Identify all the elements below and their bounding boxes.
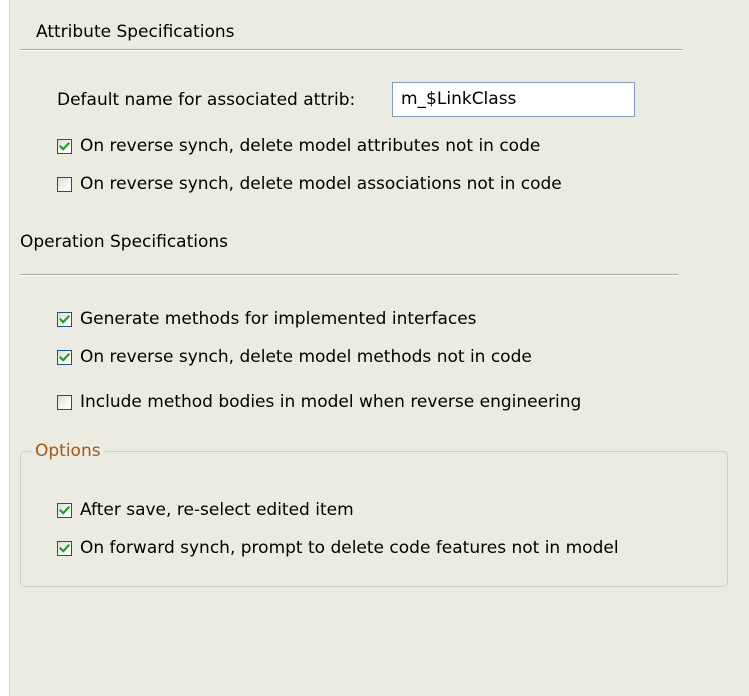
options-heading: Options — [31, 441, 105, 461]
checkbox-row-delete-attributes[interactable]: On reverse synch, delete model attribute… — [57, 135, 540, 157]
default-name-row: Default name for associated attrib: — [57, 89, 355, 111]
delete-attributes-checkbox[interactable] — [57, 138, 72, 154]
generate-methods-label: Generate methods for implemented interfa… — [80, 309, 477, 329]
checkmark-icon — [59, 352, 70, 362]
include-method-bodies-checkbox[interactable] — [57, 394, 72, 410]
include-method-bodies-label: Include method bodies in model when reve… — [80, 392, 582, 412]
reselect-item-checkbox[interactable] — [57, 502, 72, 518]
checkmark-icon — [59, 314, 70, 324]
default-name-label: Default name for associated attrib: — [57, 90, 356, 110]
delete-associations-checkbox[interactable] — [57, 176, 72, 192]
checkbox-row-include-method-bodies[interactable]: Include method bodies in model when reve… — [57, 391, 581, 413]
checkmark-icon — [59, 543, 70, 553]
prompt-delete-features-checkbox[interactable] — [57, 540, 72, 556]
delete-methods-checkbox[interactable] — [57, 349, 72, 365]
attribute-specifications-heading: Attribute Specifications — [36, 22, 235, 42]
checkmark-icon — [59, 505, 70, 515]
operation-specifications-heading: Operation Specifications — [20, 232, 229, 252]
checkbox-row-generate-methods[interactable]: Generate methods for implemented interfa… — [57, 308, 477, 330]
delete-attributes-label: On reverse synch, delete model attribute… — [80, 136, 541, 156]
reselect-item-label: After save, re-select edited item — [80, 500, 354, 520]
delete-associations-label: On reverse synch, delete model associati… — [80, 174, 562, 194]
default-name-input[interactable]: m_$LinkClass — [392, 82, 635, 117]
checkbox-row-reselect-item[interactable]: After save, re-select edited item — [57, 499, 354, 521]
checkbox-row-prompt-delete-features[interactable]: On forward synch, prompt to delete code … — [57, 537, 619, 559]
prompt-delete-features-label: On forward synch, prompt to delete code … — [80, 538, 619, 558]
checkmark-icon — [59, 141, 70, 151]
checkbox-row-delete-associations[interactable]: On reverse synch, delete model associati… — [57, 173, 562, 195]
checkbox-row-delete-methods[interactable]: On reverse synch, delete model methods n… — [57, 346, 532, 368]
operation-specifications-separator — [20, 274, 678, 276]
delete-methods-label: On reverse synch, delete model methods n… — [80, 347, 532, 367]
attribute-specifications-separator — [20, 49, 683, 51]
generate-methods-checkbox[interactable] — [57, 311, 72, 327]
